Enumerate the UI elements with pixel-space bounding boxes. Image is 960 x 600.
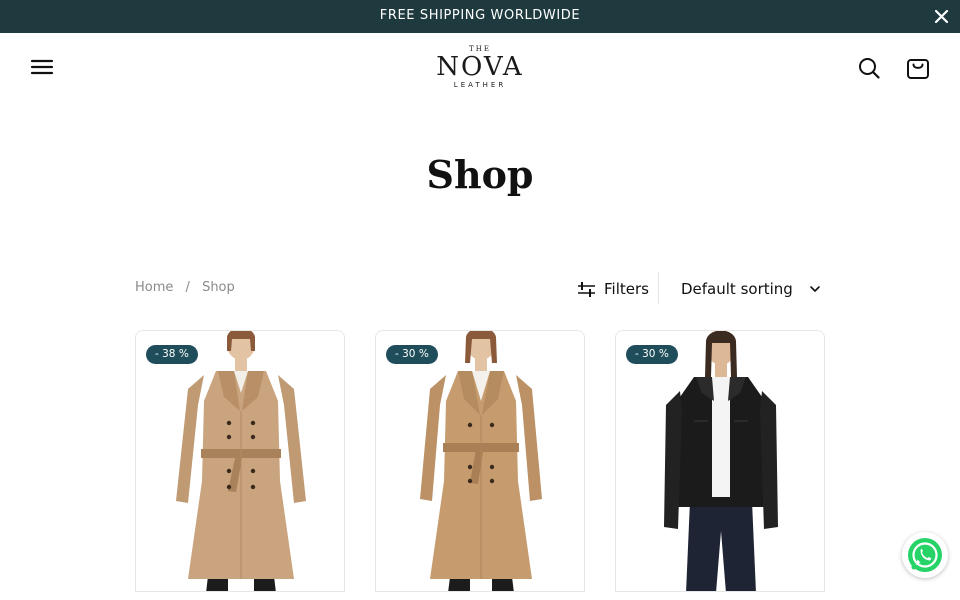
page-title: Shop xyxy=(426,152,534,197)
filters-label: Filters xyxy=(604,280,649,298)
breadcrumb-current: Shop xyxy=(202,280,235,295)
product-card[interactable]: - 38 % xyxy=(135,330,345,592)
discount-badge: - 30 % xyxy=(386,345,438,364)
product-card[interactable]: - 30 % xyxy=(375,330,585,592)
chevron-down-icon xyxy=(810,286,820,292)
hamburger-menu-icon[interactable] xyxy=(30,57,54,77)
whatsapp-chat-button[interactable] xyxy=(902,532,948,578)
sort-dropdown-value: Default sorting xyxy=(681,280,793,298)
filters-button[interactable]: Filters xyxy=(577,279,649,299)
site-header: THE NOVA LEATHER xyxy=(0,33,960,103)
whatsapp-icon xyxy=(908,538,942,572)
breadcrumb-separator: / xyxy=(185,280,190,295)
product-image-trench-coat xyxy=(136,331,344,591)
logo-subtitle: LEATHER xyxy=(453,81,507,89)
search-icon[interactable] xyxy=(857,56,881,80)
site-logo[interactable]: THE NOVA LEATHER xyxy=(430,45,530,93)
discount-badge: - 38 % xyxy=(146,345,198,364)
product-card[interactable]: - 30 % xyxy=(615,330,825,592)
product-image-trench-coat xyxy=(376,331,584,591)
product-image-leather-jacket xyxy=(616,331,824,591)
toolbar-divider xyxy=(658,272,659,304)
close-icon[interactable] xyxy=(933,8,950,25)
logo-name: NOVA xyxy=(436,52,524,82)
announcement-bar: FREE SHIPPING WORLDWIDE xyxy=(0,0,960,33)
discount-badge: - 30 % xyxy=(626,345,678,364)
breadcrumb: Home / Shop xyxy=(135,280,235,295)
filters-icon xyxy=(578,281,595,297)
shopping-bag-icon[interactable] xyxy=(905,55,931,81)
sort-dropdown[interactable]: Default sorting xyxy=(681,279,821,299)
breadcrumb-home-link[interactable]: Home xyxy=(135,280,173,295)
announcement-text: FREE SHIPPING WORLDWIDE xyxy=(379,8,581,23)
